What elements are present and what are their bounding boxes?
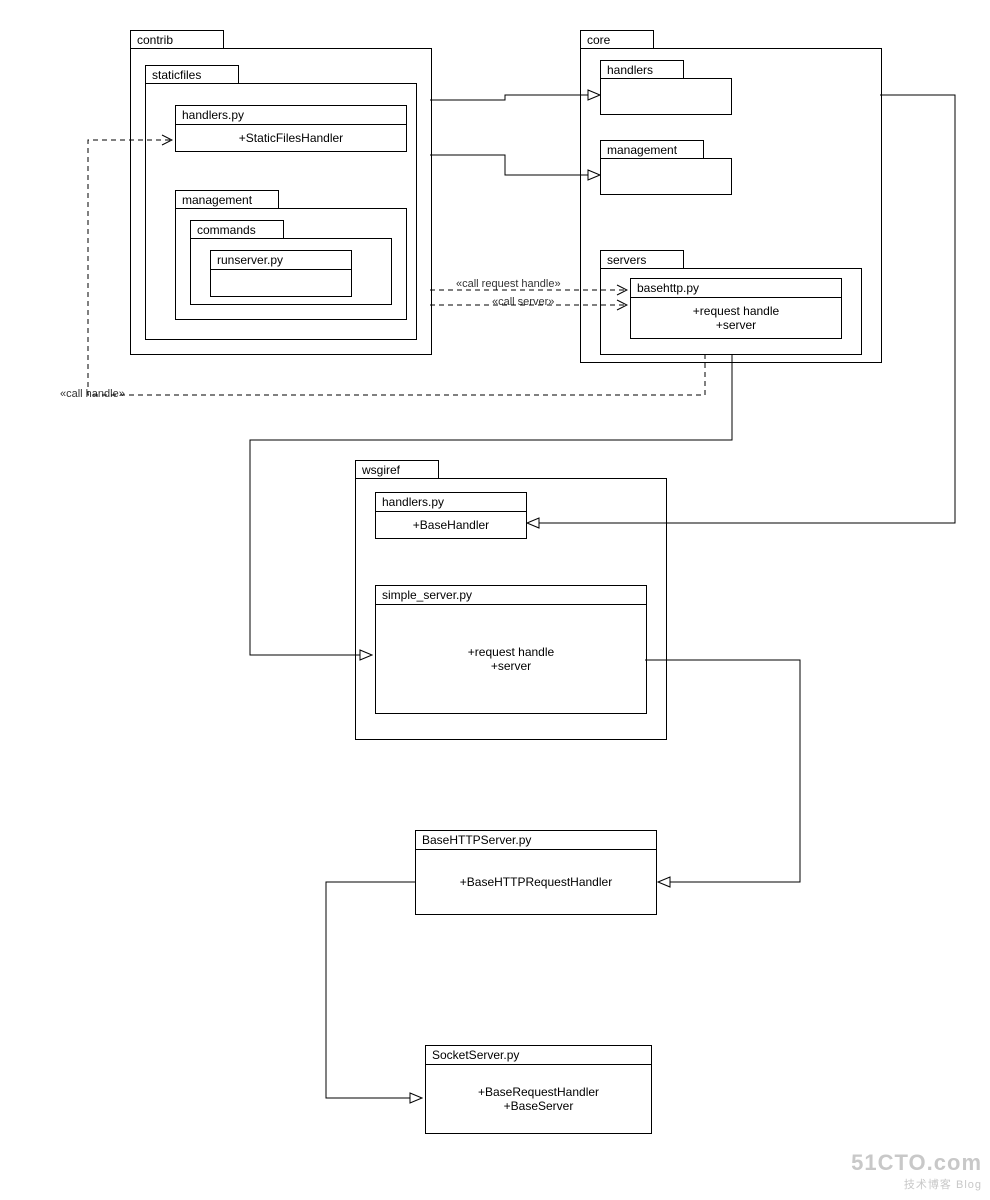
arrows-layer [0,0,990,1200]
uml-diagram: contrib staticfiles handlers.py +StaticF… [0,0,990,1200]
watermark: 51CTO.com 技术博客 Blog [851,1150,982,1192]
